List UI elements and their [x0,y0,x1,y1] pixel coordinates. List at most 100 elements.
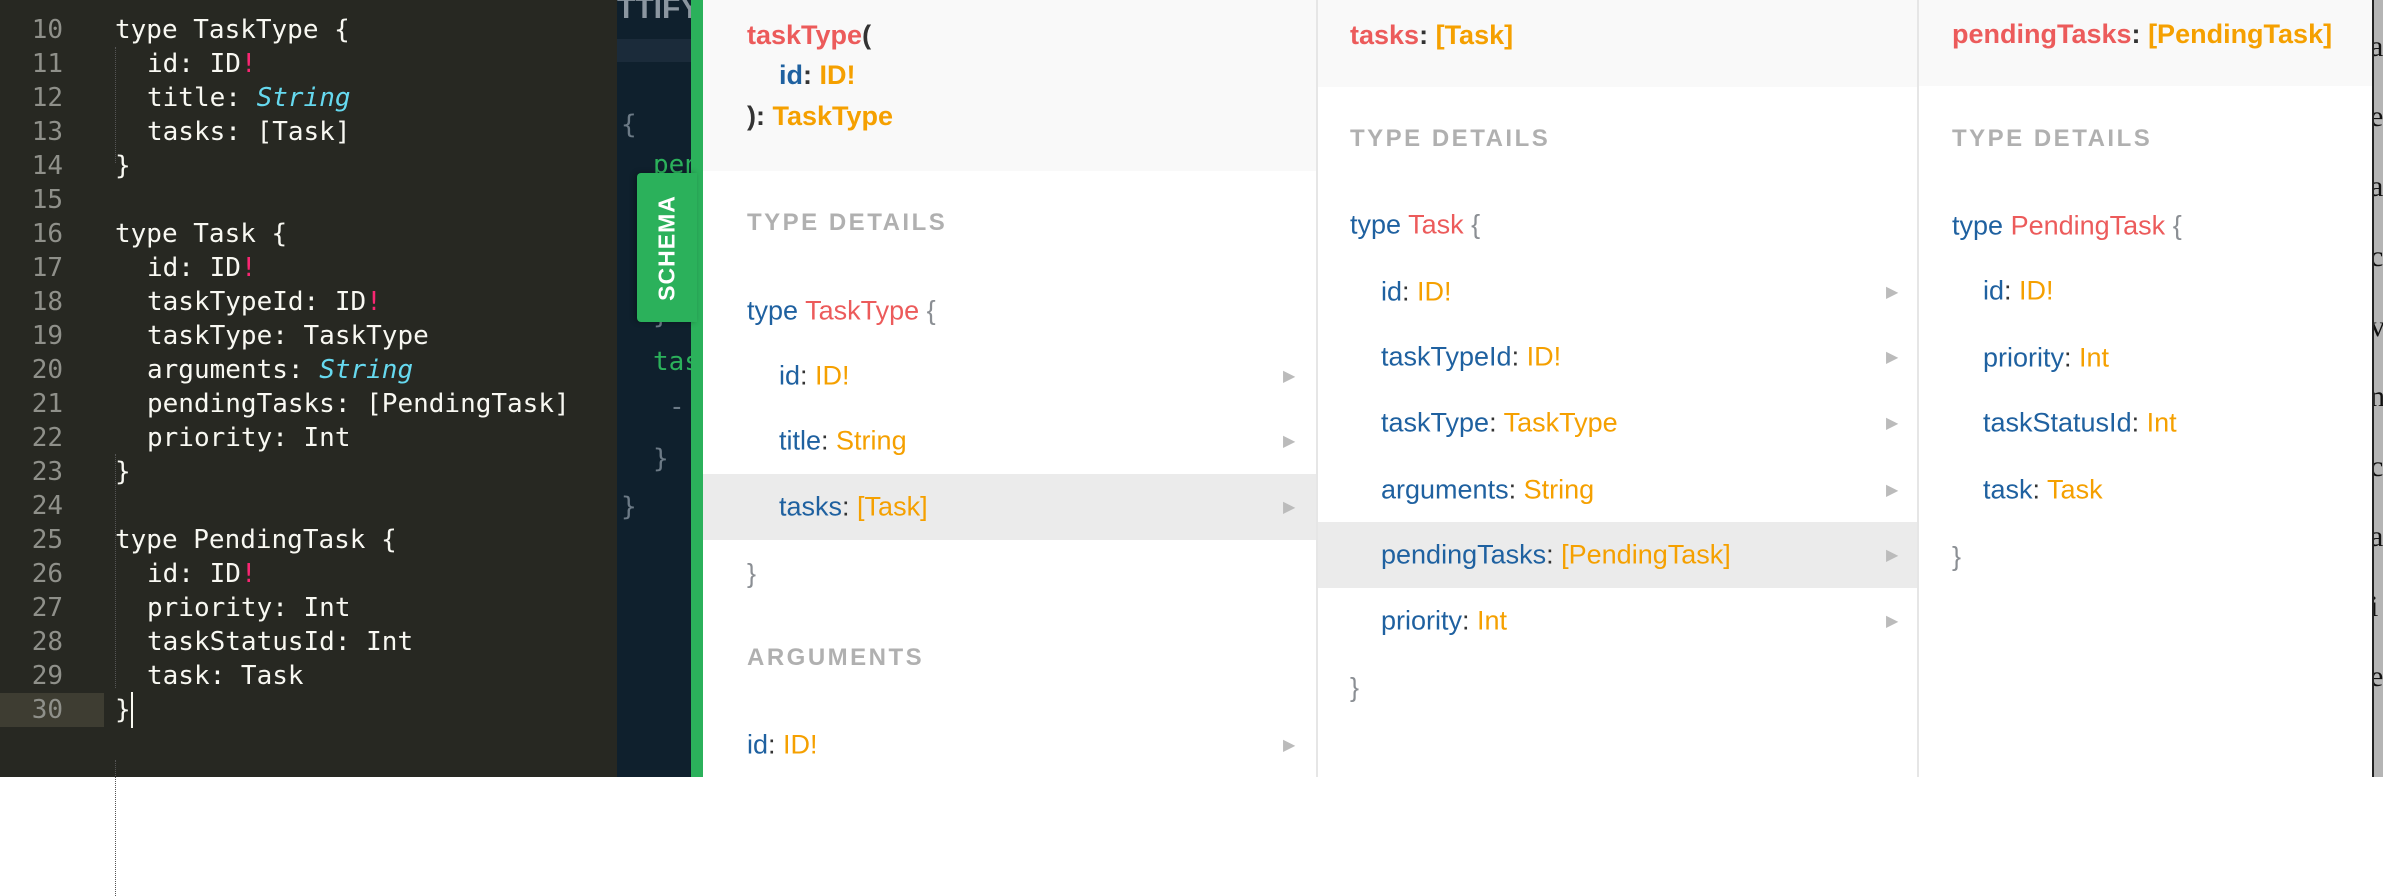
chevron-right-icon: ▶ [1283,499,1296,516]
field-type-link[interactable]: [PendingTask] [1561,540,1731,570]
code-token: priority: Int [147,593,351,623]
indent-guide [115,454,116,688]
field-row[interactable]: taskType: TaskType ▶ [1318,390,1917,456]
edge-letter: i [2374,590,2378,624]
editor-line[interactable]: 23} [0,455,131,489]
field-row[interactable]: id: ID! [1919,258,2372,324]
brace: { [1471,209,1481,240]
line-number: 18 [31,287,63,317]
schema-tab-button[interactable]: SCHEMA [637,173,697,322]
field-type-link[interactable]: String [836,426,907,456]
colon: : [1402,276,1418,307]
field-label: arguments: String [1381,475,1594,506]
indent-guide [115,47,116,163]
type-link[interactable]: [PendingTask] [2148,19,2332,49]
field-type-link[interactable]: ID! [2019,276,2054,306]
line-number: 13 [31,117,63,147]
field-name: id [779,360,801,391]
code-token: id: ID [147,49,241,79]
code-token: id: ID [147,253,241,283]
field-type-link[interactable]: String [1524,475,1595,505]
code-fragment: tas [653,347,691,377]
type-keyword: type [1350,209,1402,240]
field-row[interactable]: taskStatusId: Int [1919,390,2372,456]
editor-line[interactable]: 14} [0,149,131,183]
editor-line[interactable]: 20 arguments: String [0,353,413,387]
field-row[interactable]: title: String ▶ [703,408,1316,474]
docs-panel-border [691,0,703,777]
colon: : [1511,341,1527,372]
field-name: id [747,729,769,760]
field-row[interactable]: id: ID! ▶ [703,343,1316,409]
colon: : [2131,407,2147,438]
brace: { [926,295,936,326]
colon: : [842,491,858,522]
code-text: type PendingTask { [115,523,397,557]
field-type-link[interactable]: Task [2047,475,2103,505]
field-row[interactable]: priority: Int ▶ [1318,588,1917,654]
editor-line[interactable]: 27 priority: Int [0,591,351,625]
edge-letter: a [2374,520,2383,554]
field-type-link[interactable]: [Task] [857,492,928,522]
field-type-link[interactable]: Int [1477,606,1507,636]
editor-line[interactable]: 15 [0,183,104,217]
editor-line[interactable]: 21 pendingTasks: [PendingTask] [0,387,570,421]
editor-line[interactable]: 16 type Task { [0,217,288,251]
editor-line[interactable]: 24 [0,489,104,523]
colon: : [2131,19,2141,49]
editor-line[interactable]: 18 taskTypeId: ID! [0,285,382,319]
editor-line[interactable]: 12 title: String [0,81,351,115]
field-name: task [1983,474,2033,505]
editor-line[interactable]: 30} [0,693,131,727]
line-number: 16 [31,219,63,249]
code-fragment: { [621,110,637,140]
field-type-link[interactable]: TaskType [1504,408,1618,438]
field-type-link[interactable]: Int [2079,343,2109,373]
line-number: 10 [31,15,63,45]
return-type-link[interactable]: TaskType [773,101,894,131]
editor-line[interactable]: 25 type PendingTask { [0,523,397,557]
field-type-link[interactable]: ID! [815,361,850,391]
line-number: 25 [31,525,63,555]
editor-line[interactable]: 26 id: ID! [0,557,257,591]
brace: } [1952,541,1962,572]
field-name: id [1983,275,2005,306]
schema-code-editor[interactable]: 10 type TaskType {11 id: ID! 12 title: Strin… [0,0,617,896]
editor-line[interactable]: 19 taskType: TaskType [0,319,429,353]
field-type-link[interactable]: ID! [783,730,818,760]
argument-row[interactable]: id: ID! ▶ [703,712,1316,778]
line-number: 26 [31,559,63,589]
edge-letter: c [2374,450,2383,484]
editor-line[interactable]: 29 task: Task [0,659,304,693]
chevron-right-icon: ▶ [1886,415,1899,432]
field-row[interactable]: id: ID! ▶ [1318,259,1917,325]
field-row[interactable]: tasks: [Task] ▶ [703,474,1316,540]
editor-line[interactable]: 17 id: ID! [0,251,257,285]
field-type-link[interactable]: ID! [1527,342,1562,372]
indent-guide [115,760,116,896]
brace: } [747,558,757,589]
field-type-link[interactable]: ID! [1417,277,1452,307]
editor-line[interactable]: 11 id: ID! [0,47,257,81]
line-number: 22 [31,423,63,453]
field-row[interactable]: taskTypeId: ID! ▶ [1318,324,1917,390]
type-link[interactable]: [Task] [1436,20,1514,50]
section-title: TYPE DETAILS [747,209,948,236]
field-row[interactable]: arguments: String ▶ [1318,457,1917,523]
editor-line[interactable]: 22 priority: Int [0,421,351,455]
field-type-link[interactable]: Int [2147,408,2177,438]
editor-line[interactable]: 28 taskStatusId: Int [0,625,413,659]
code-text: priority: Int [147,591,351,625]
line-number: 15 [31,185,63,215]
field-row[interactable]: priority: Int [1919,325,2372,391]
editor-line[interactable]: 13 tasks: [Task] [0,115,351,149]
arg-type-link[interactable]: ID! [820,60,856,90]
code-text: id: ID! [147,557,257,591]
line-number: 29 [31,661,63,691]
field-row[interactable]: task: Task [1919,457,2372,523]
prettify-button[interactable]: TTIFY [617,0,691,26]
editor-line[interactable]: 10 type TaskType { [0,13,350,47]
query-editor-pane[interactable]: TTIFY { pen } tas - } } [617,0,691,777]
field-label: pendingTasks: [PendingTask] [1381,540,1731,571]
field-row[interactable]: pendingTasks: [PendingTask] ▶ [1318,522,1917,588]
